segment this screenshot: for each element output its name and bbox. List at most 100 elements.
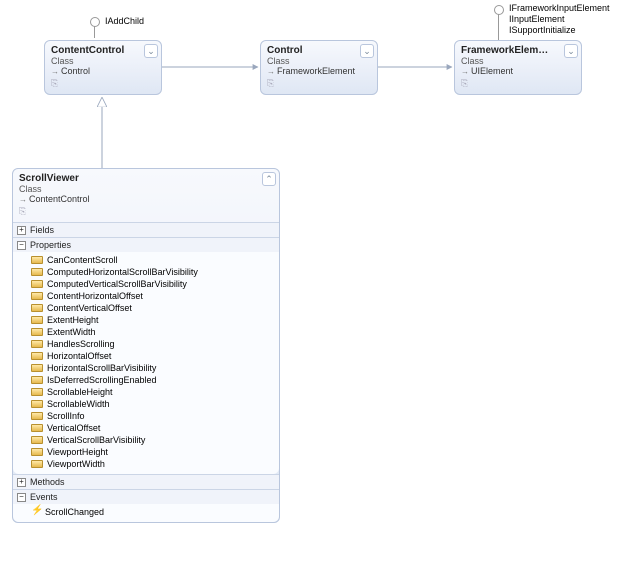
property-icon [31,388,43,396]
lightning-icon [31,507,41,517]
interface-label-iaddchild: IAddChild [105,16,144,27]
link-icon: ⎘ [461,78,575,89]
event-label: ScrollChanged [45,507,104,517]
property-item[interactable]: ScrollInfo [31,410,275,422]
base-arrow-icon [461,66,471,76]
base-type: Control [61,66,90,76]
class-control[interactable]: Control Class FrameworkElement ⎘ ⌄ [260,40,378,95]
property-item[interactable]: ContentHorizontalOffset [31,290,275,302]
base-type: UIElement [471,66,513,76]
section-label: Properties [30,240,71,250]
property-label: IsDeferredScrollingEnabled [47,375,157,385]
link-icon: ⎘ [51,78,155,89]
expand-button[interactable]: ⌄ [564,44,578,58]
property-label: HorizontalOffset [47,351,111,361]
section-events[interactable]: − Events [13,490,279,504]
section-fields[interactable]: + Fields [13,223,279,237]
property-icon [31,460,43,468]
property-icon [31,400,43,408]
property-item[interactable]: HorizontalScrollBarVisibility [31,362,275,374]
property-icon [31,436,43,444]
property-item[interactable]: ContentVerticalOffset [31,302,275,314]
property-icon [31,280,43,288]
property-label: VerticalOffset [47,423,100,433]
property-icon [31,364,43,372]
property-label: ExtentHeight [47,315,99,325]
property-item[interactable]: ExtentHeight [31,314,275,326]
properties-list: CanContentScroll ComputedHorizontalScroll… [13,252,279,474]
property-icon [31,448,43,456]
class-stereotype: Class [461,56,575,66]
link-icon: ⎘ [19,206,273,217]
expand-button[interactable]: ⌄ [360,44,374,58]
class-stereotype: Class [267,56,371,66]
class-stereotype: Class [19,184,273,194]
property-label: ScrollInfo [47,411,85,421]
property-item[interactable]: HorizontalOffset [31,350,275,362]
property-icon [31,316,43,324]
property-item[interactable]: VerticalOffset [31,422,275,434]
class-scrollviewer[interactable]: ScrollViewer Class ContentControl ⎘ ⌃ + … [12,168,280,523]
property-item[interactable]: ComputedVerticalScrollBarVisibility [31,278,275,290]
property-item[interactable]: HandlesScrolling [31,338,275,350]
property-item[interactable]: VerticalScrollBarVisibility [31,434,275,446]
property-item[interactable]: IsDeferredScrollingEnabled [31,374,275,386]
class-contentcontrol[interactable]: ContentControl Class Control ⎘ ⌄ [44,40,162,95]
property-icon [31,412,43,420]
base-arrow-icon [267,66,277,76]
event-item[interactable]: ScrollChanged [31,506,275,518]
property-label: ContentHorizontalOffset [47,291,143,301]
toggle-expand-icon[interactable]: + [17,478,26,487]
class-name: ScrollViewer [19,173,273,184]
property-label: ContentVerticalOffset [47,303,132,313]
property-label: ScrollableWidth [47,399,110,409]
expand-button[interactable]: ⌄ [144,44,158,58]
property-item[interactable]: ExtentWidth [31,326,275,338]
section-label: Fields [30,225,54,235]
property-label: VerticalScrollBarVisibility [47,435,145,445]
property-icon [31,352,43,360]
interface-labels-frameworkelement: IFrameworkInputElement IInputElement ISu… [509,3,610,36]
interface-label-fwinput: IFrameworkInputElement [509,3,610,14]
property-item[interactable]: CanContentScroll [31,254,275,266]
property-label: HandlesScrolling [47,339,115,349]
link-icon: ⎘ [267,78,371,89]
toggle-expand-icon[interactable]: + [17,226,26,235]
property-label: ComputedHorizontalScrollBarVisibility [47,267,198,277]
property-label: HorizontalScrollBarVisibility [47,363,156,373]
base-arrow-icon [19,194,29,204]
collapse-button[interactable]: ⌃ [262,172,276,186]
property-item[interactable]: ScrollableHeight [31,386,275,398]
section-label: Methods [30,477,65,487]
property-icon [31,424,43,432]
base-arrow-icon [51,66,61,76]
property-icon [31,304,43,312]
property-label: ScrollableHeight [47,387,113,397]
base-type: ContentControl [29,194,90,204]
class-name: ContentControl [51,45,155,56]
toggle-collapse-icon[interactable]: − [17,241,26,250]
property-icon [31,340,43,348]
interface-label-supportinit: ISupportInitialize [509,25,610,36]
section-methods[interactable]: + Methods [13,475,279,489]
property-icon [31,256,43,264]
property-item[interactable]: ViewportWidth [31,458,275,470]
events-list: ScrollChanged [13,504,279,522]
property-item[interactable]: ScrollableWidth [31,398,275,410]
section-properties[interactable]: − Properties [13,238,279,252]
property-icon [31,268,43,276]
property-item[interactable]: ViewportHeight [31,446,275,458]
property-icon [31,292,43,300]
section-label: Events [30,492,58,502]
toggle-collapse-icon[interactable]: − [17,493,26,502]
property-label: CanContentScroll [47,255,118,265]
class-frameworkelement[interactable]: FrameworkElem… Class UIElement ⎘ ⌄ [454,40,582,95]
property-label: ViewportWidth [47,459,105,469]
property-item[interactable]: ComputedHorizontalScrollBarVisibility [31,266,275,278]
interface-label-input: IInputElement [509,14,610,25]
class-name: FrameworkElem… [461,45,575,56]
property-icon [31,376,43,384]
base-type: FrameworkElement [277,66,355,76]
property-label: ExtentWidth [47,327,96,337]
class-name: Control [267,45,371,56]
